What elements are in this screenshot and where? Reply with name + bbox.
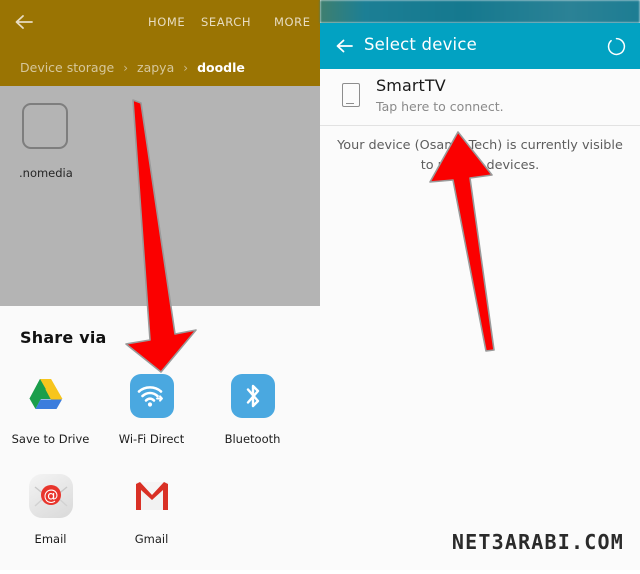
select-device-panel: Select device SmartTV Tap here to connec… [320, 0, 640, 570]
select-device-header: Select device [320, 23, 640, 69]
breadcrumb-separator-icon: › [123, 60, 129, 75]
breadcrumb-separator-icon: › [183, 60, 189, 75]
share-target-label: Wi-Fi Direct [118, 432, 185, 446]
visibility-note: Your device (Osama Tech) is currently vi… [337, 138, 623, 173]
tablet-device-icon [342, 83, 360, 107]
google-drive-icon [0, 372, 101, 420]
toolbar-action-home[interactable]: HOME [148, 15, 185, 29]
back-arrow-icon[interactable] [332, 33, 358, 59]
share-target-email[interactable]: @ Email [0, 472, 101, 546]
share-target-label: Bluetooth [224, 432, 281, 446]
share-sheet-title: Share via [20, 328, 107, 347]
file-manager-header: HOME SEARCH MORE Device storage › zapya … [0, 0, 320, 86]
device-list-item[interactable]: SmartTV Tap here to connect. [320, 69, 640, 126]
share-target-label: Gmail [134, 532, 169, 546]
share-target-empty [202, 472, 303, 546]
breadcrumb-item-doodle[interactable]: doodle [197, 60, 245, 75]
share-sheet: Share via Save to Drive Wi-Fi Direct Blu… [0, 306, 320, 570]
breadcrumb-item-device-storage[interactable]: Device storage [20, 60, 114, 75]
file-blank-icon [22, 103, 68, 149]
toolbar-action-search[interactable]: SEARCH [201, 15, 251, 29]
page-title: Select device [364, 35, 477, 54]
share-target-bluetooth[interactable]: Bluetooth [202, 372, 303, 446]
file-manager-toolbar: HOME SEARCH MORE [0, 0, 320, 44]
back-arrow-icon[interactable] [10, 8, 40, 36]
file-manager-panel: HOME SEARCH MORE Device storage › zapya … [0, 0, 320, 570]
share-target-gmail[interactable]: Gmail [101, 472, 202, 546]
share-target-row: @ Email Gmail [0, 472, 320, 546]
toolbar-action-more[interactable]: MORE [274, 15, 311, 29]
share-target-label: Save to Drive [11, 432, 90, 446]
device-subtitle: Tap here to connect. [376, 99, 504, 114]
share-target-row: Save to Drive Wi-Fi Direct Bluetooth [0, 372, 320, 446]
android-status-bar [320, 0, 640, 23]
app-tile [230, 374, 275, 418]
bluetooth-icon [202, 372, 303, 420]
scanning-circle-icon[interactable] [607, 37, 626, 56]
breadcrumb-item-zapya[interactable]: zapya [137, 60, 174, 75]
share-target-label: Email [34, 532, 67, 546]
share-target-save-to-drive[interactable]: Save to Drive [0, 372, 101, 446]
watermark: NET3ARABI.COM [451, 530, 624, 554]
email-at-icon: @ [0, 472, 101, 520]
device-name: SmartTV [376, 76, 446, 95]
app-tile: @ [28, 474, 73, 518]
share-target-wifi-direct[interactable]: Wi-Fi Direct [101, 372, 202, 446]
breadcrumb: Device storage › zapya › doodle [20, 60, 245, 75]
svg-text:@: @ [43, 487, 58, 505]
device-list: SmartTV Tap here to connect. [320, 69, 640, 126]
app-tile [129, 374, 174, 418]
file-item-label: .nomedia [19, 166, 73, 180]
file-item[interactable]: .nomedia [18, 103, 88, 180]
wifi-direct-icon [101, 372, 202, 420]
gmail-icon [101, 472, 202, 520]
file-list-area: .nomedia [0, 86, 320, 306]
